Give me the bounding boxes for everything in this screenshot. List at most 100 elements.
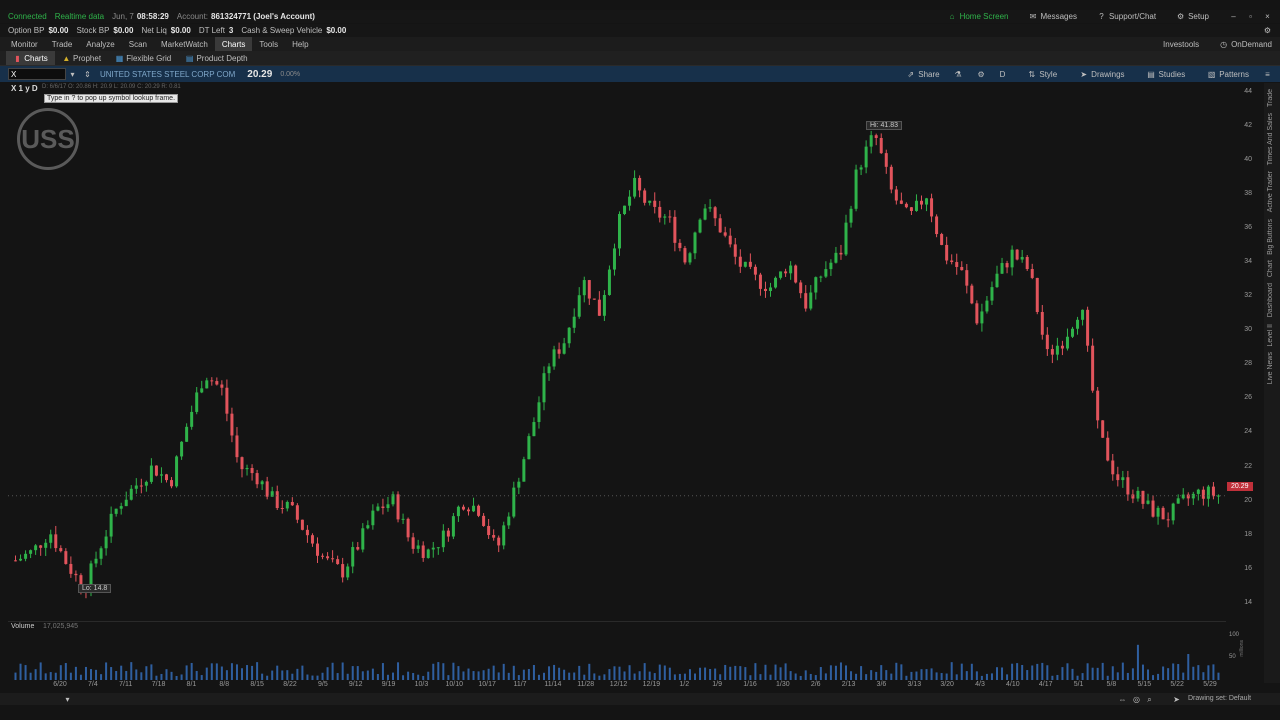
reset-icon[interactable]: ◎ [1132, 695, 1141, 704]
candle [391, 491, 395, 507]
prophet-icon: ▲ [62, 53, 71, 63]
side-tab-active-trader[interactable]: Active Trader [1267, 171, 1274, 212]
volume-bar [910, 671, 913, 680]
candle [970, 283, 974, 305]
side-tab-dashboard[interactable]: Dashboard [1267, 283, 1274, 317]
candle [733, 237, 737, 265]
price-tick: 32 [1244, 292, 1252, 300]
date-tick: 11/7 [513, 681, 527, 688]
cursor-icon[interactable]: ➤ [1172, 695, 1181, 704]
tab-charts[interactable]: Charts [214, 37, 253, 51]
candle [94, 551, 98, 568]
volume-bar [1031, 665, 1034, 680]
date-tick: 1/9 [712, 681, 723, 688]
tab-scan[interactable]: Scan [122, 37, 154, 51]
candle [159, 467, 163, 483]
volume-bar [960, 663, 963, 680]
volume-bar [256, 662, 259, 680]
collapse-icon[interactable]: ▾ [63, 695, 72, 704]
volume-bar [965, 671, 968, 680]
price-chart-svg[interactable] [8, 83, 1226, 620]
candle [366, 520, 370, 530]
netliq-label: Net Liq [141, 26, 167, 35]
subtab-product-depth[interactable]: ▤ Product Depth [178, 51, 254, 65]
chart-settings-icon[interactable]: ⚙ [977, 70, 986, 79]
style-menu[interactable]: ⇅ Style [1027, 70, 1058, 79]
close-icon[interactable]: × [1263, 12, 1272, 21]
side-tab-trade[interactable]: Trade [1267, 89, 1274, 107]
candle [215, 377, 219, 386]
side-tab-chart[interactable]: Chart [1267, 260, 1274, 277]
tab-monitor[interactable]: Monitor [4, 37, 45, 51]
candle [180, 441, 184, 460]
volume-bar [522, 669, 525, 680]
setup-link[interactable]: ⚙ Setup [1176, 12, 1209, 21]
last-price: 20.29 [247, 68, 273, 80]
volume-bar [638, 671, 641, 680]
chart-subtabs: ▮ Charts ▲ Prophet ▦ Flexible Grid ▤ Pro… [0, 51, 1280, 66]
ondemand-button[interactable]: ◷ OnDemand [1219, 40, 1272, 49]
volume-bar [608, 669, 611, 680]
subtab-flexible-grid[interactable]: ▦ Flexible Grid [108, 51, 178, 65]
menu-icon[interactable]: ≡ [1263, 70, 1272, 79]
side-tab-big-buttons[interactable]: Big Buttons [1267, 219, 1274, 255]
subtab-prophet[interactable]: ▲ Prophet [55, 51, 108, 65]
side-tab-level-ii[interactable]: Level II [1267, 324, 1274, 347]
candle [985, 295, 989, 314]
candle [643, 188, 647, 206]
volume-bar [819, 667, 822, 680]
connection-status: Connected [8, 12, 47, 21]
volume-bar [663, 665, 666, 680]
price-chart[interactable] [8, 83, 1226, 620]
volume-bar [462, 671, 465, 680]
tab-help[interactable]: Help [285, 37, 315, 51]
share-button[interactable]: ⇗ Share [906, 70, 939, 79]
candle [376, 503, 380, 512]
chevron-down-icon[interactable]: ▾ [68, 70, 77, 79]
pan-icon[interactable]: ⇔ [1118, 695, 1127, 704]
studies-menu[interactable]: ▤ Studies [1147, 70, 1185, 79]
candle [894, 185, 898, 205]
volume-bar [754, 663, 757, 680]
volume-bar [1157, 673, 1160, 680]
side-tab-live-news[interactable]: Live News [1267, 352, 1274, 384]
setup-label: Setup [1188, 12, 1209, 21]
volume-bar [749, 675, 752, 680]
price-tick: 24 [1244, 428, 1252, 436]
tab-trade[interactable]: Trade [45, 37, 80, 51]
home-screen-link[interactable]: ⌂ Home Screen [948, 12, 1009, 21]
patterns-menu[interactable]: ▧ Patterns [1207, 70, 1249, 79]
candle [1186, 492, 1190, 506]
candle [205, 377, 209, 389]
volume-bar [230, 663, 233, 680]
volume-bar [578, 665, 581, 680]
subtab-charts[interactable]: ▮ Charts [6, 51, 55, 65]
tab-tools[interactable]: Tools [252, 37, 285, 51]
flask-icon[interactable]: ⚗ [954, 70, 963, 79]
messages-link[interactable]: ✉ Messages [1028, 12, 1077, 21]
period-selector[interactable]: D [1000, 70, 1006, 79]
maximize-icon[interactable]: ▫ [1246, 12, 1255, 21]
volume-bar [593, 673, 596, 680]
tab-marketwatch[interactable]: MarketWatch [154, 37, 215, 51]
volume-bar [895, 662, 898, 680]
minimize-icon[interactable]: – [1229, 12, 1238, 21]
volume-bar [397, 662, 400, 680]
volume-bar [502, 663, 505, 680]
settings-gear-icon[interactable]: ⚙ [1263, 26, 1272, 35]
volume-bar [870, 670, 873, 680]
volume-pane[interactable]: Volume 17,025,945 [8, 621, 1226, 682]
candle [305, 525, 309, 543]
account-selector[interactable]: 861324771 (Joel's Account) [211, 12, 315, 21]
side-tab-times-and-sales[interactable]: Times And Sales [1267, 113, 1274, 165]
drawings-menu[interactable]: ➤ Drawings [1079, 70, 1124, 79]
symbol-input[interactable] [8, 68, 66, 80]
volume-bar [180, 674, 183, 680]
link-icon[interactable]: ⇕ [83, 70, 92, 79]
zoom-icon[interactable]: ⌕ [1145, 695, 1154, 704]
volume-bar [376, 674, 379, 680]
tab-analyze[interactable]: Analyze [79, 37, 121, 51]
support-chat-link[interactable]: ? Support/Chat [1097, 12, 1156, 21]
investools-link[interactable]: Investools [1163, 40, 1199, 49]
volume-bar [392, 672, 394, 680]
